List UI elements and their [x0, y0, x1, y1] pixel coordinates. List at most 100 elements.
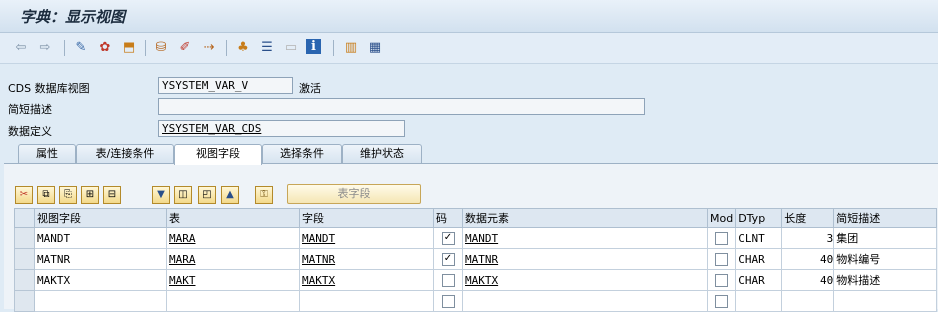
- toolbar-separator: [226, 40, 227, 56]
- key-cell: [433, 269, 463, 291]
- column-header[interactable]: 简短描述: [833, 208, 938, 228]
- dtyp-cell: CHAR: [735, 269, 783, 291]
- key-checkbox[interactable]: ✓: [441, 231, 455, 245]
- element-link[interactable]: MANDT: [465, 232, 498, 245]
- cds-view-label: CDS 数据库视图: [8, 82, 90, 95]
- table-fields-button[interactable]: 表字段: [287, 184, 421, 204]
- toolbar-separator: [145, 40, 146, 56]
- table-cell[interactable]: [166, 290, 300, 312]
- length-cell: 40: [781, 269, 835, 291]
- field-cell[interactable]: MATNR: [299, 248, 434, 270]
- move-down-icon[interactable]: ▼: [152, 186, 170, 204]
- column-header[interactable]: 码: [433, 208, 463, 228]
- delete-row-icon[interactable]: ⊟: [103, 186, 121, 204]
- display-change-icon[interactable]: ✎: [72, 39, 90, 56]
- key-checkbox[interactable]: ✓: [441, 252, 455, 266]
- view-field-cell[interactable]: MANDT: [34, 227, 167, 249]
- row-selector[interactable]: [14, 248, 35, 270]
- application-toolbar: ⇦ ⇨ ✎ ✿ ⬒ ⛁ ✐ ⇢ ♣ ☰ ▭ i ▥ ▦: [0, 33, 938, 64]
- mod-cell: [706, 290, 737, 312]
- title-bar: 字典：显示视图: [0, 0, 938, 33]
- tab-selection-conditions[interactable]: 选择条件: [262, 144, 342, 163]
- row-selector-header[interactable]: [14, 208, 35, 228]
- data-def-value: YSYSTEM_VAR_CDS: [162, 122, 262, 135]
- column-header[interactable]: 长度: [781, 208, 835, 228]
- technical-settings-icon[interactable]: ▥: [342, 39, 360, 56]
- row-selector[interactable]: [14, 290, 35, 312]
- edit-icon[interactable]: ✐: [176, 39, 194, 56]
- column-header[interactable]: 表: [166, 208, 300, 228]
- display-icon[interactable]: ▭: [282, 39, 300, 56]
- search-help-icon[interactable]: ⚿: [255, 186, 273, 204]
- documentation-icon[interactable]: ☰: [258, 39, 276, 56]
- element-cell[interactable]: [462, 290, 708, 312]
- info-icon[interactable]: i: [306, 39, 321, 54]
- short-desc-field[interactable]: [158, 98, 645, 115]
- field-cell[interactable]: [299, 290, 434, 312]
- table-cell[interactable]: MARA: [166, 227, 300, 249]
- toolbar-separator: [333, 40, 334, 56]
- element-cell[interactable]: MANDT: [462, 227, 708, 249]
- move-up-icon[interactable]: ▲: [221, 186, 239, 204]
- row-selector[interactable]: [14, 227, 35, 249]
- column-header[interactable]: 字段: [299, 208, 434, 228]
- column-header[interactable]: 数据元素: [462, 208, 708, 228]
- table-header-row: 视图字段 表 字段 码 数据元素 Mod DTyp 长度 简短描述: [14, 208, 938, 228]
- table-view-icon[interactable]: ▦: [366, 39, 384, 56]
- table-cell[interactable]: MARA: [166, 248, 300, 270]
- column-header[interactable]: Mod: [706, 208, 737, 228]
- column-header[interactable]: DTyp: [735, 208, 783, 228]
- deselect-icon[interactable]: ◰: [198, 186, 216, 204]
- field-link[interactable]: MATNR: [302, 253, 335, 266]
- mod-checkbox[interactable]: [715, 273, 729, 287]
- tab-view-fields[interactable]: 视图字段: [174, 144, 262, 165]
- desc-cell: 物料编号: [833, 248, 938, 270]
- table-link[interactable]: MARA: [169, 253, 196, 266]
- transport-icon[interactable]: ⇢: [200, 39, 218, 56]
- element-cell[interactable]: MAKTX: [462, 269, 708, 291]
- cut-icon[interactable]: ✂: [15, 186, 33, 204]
- element-cell[interactable]: MATNR: [462, 248, 708, 270]
- mod-checkbox[interactable]: [715, 294, 729, 308]
- dtyp-cell: [735, 290, 783, 312]
- insert-row-icon[interactable]: ⊞: [81, 186, 99, 204]
- tab-maintenance-status[interactable]: 维护状态: [342, 144, 422, 163]
- toolbar-separator: [64, 40, 65, 56]
- table-cell[interactable]: MAKT: [166, 269, 300, 291]
- row-selector[interactable]: [14, 269, 35, 291]
- table-row: MAKTX MAKT MAKTX MAKTX CHAR 40 物料描述: [14, 269, 938, 291]
- table-row-empty: [14, 290, 938, 312]
- hierarchy-icon[interactable]: ♣: [234, 39, 252, 56]
- table-link[interactable]: MARA: [169, 232, 196, 245]
- key-checkbox[interactable]: [441, 294, 455, 308]
- mod-checkbox[interactable]: [715, 252, 729, 266]
- field-cell[interactable]: MAKTX: [299, 269, 434, 291]
- field-link[interactable]: MAKTX: [302, 274, 335, 287]
- paste-icon[interactable]: ⎘: [59, 186, 77, 204]
- element-link[interactable]: MATNR: [465, 253, 498, 266]
- other-object-icon[interactable]: ✿: [96, 39, 114, 56]
- copy-icon[interactable]: ⧉: [37, 186, 55, 204]
- view-field-cell[interactable]: MATNR: [34, 248, 167, 270]
- key-cell: ✓: [433, 227, 463, 249]
- activate-icon[interactable]: ⬒: [120, 39, 138, 56]
- field-cell[interactable]: MANDT: [299, 227, 434, 249]
- view-field-cell[interactable]: MAKTX: [34, 269, 167, 291]
- forward-icon[interactable]: ⇨: [36, 39, 54, 56]
- view-field-cell[interactable]: [34, 290, 167, 312]
- data-def-field[interactable]: YSYSTEM_VAR_CDS: [158, 120, 405, 137]
- tab-attributes[interactable]: 属性: [18, 144, 76, 163]
- select-block-icon[interactable]: ◫: [174, 186, 192, 204]
- mod-checkbox[interactable]: [715, 231, 729, 245]
- key-checkbox[interactable]: [441, 273, 455, 287]
- dtyp-cell: CLNT: [735, 227, 783, 249]
- column-header[interactable]: 视图字段: [34, 208, 167, 228]
- element-link[interactable]: MAKTX: [465, 274, 498, 287]
- cds-view-field[interactable]: YSYSTEM_VAR_V: [158, 77, 293, 94]
- back-icon[interactable]: ⇦: [12, 39, 30, 56]
- field-link[interactable]: MANDT: [302, 232, 335, 245]
- status-text: 激活: [299, 82, 321, 95]
- tab-join-conditions[interactable]: 表/连接条件: [76, 144, 174, 163]
- table-link[interactable]: MAKT: [169, 274, 196, 287]
- where-used-icon[interactable]: ⛁: [152, 39, 170, 56]
